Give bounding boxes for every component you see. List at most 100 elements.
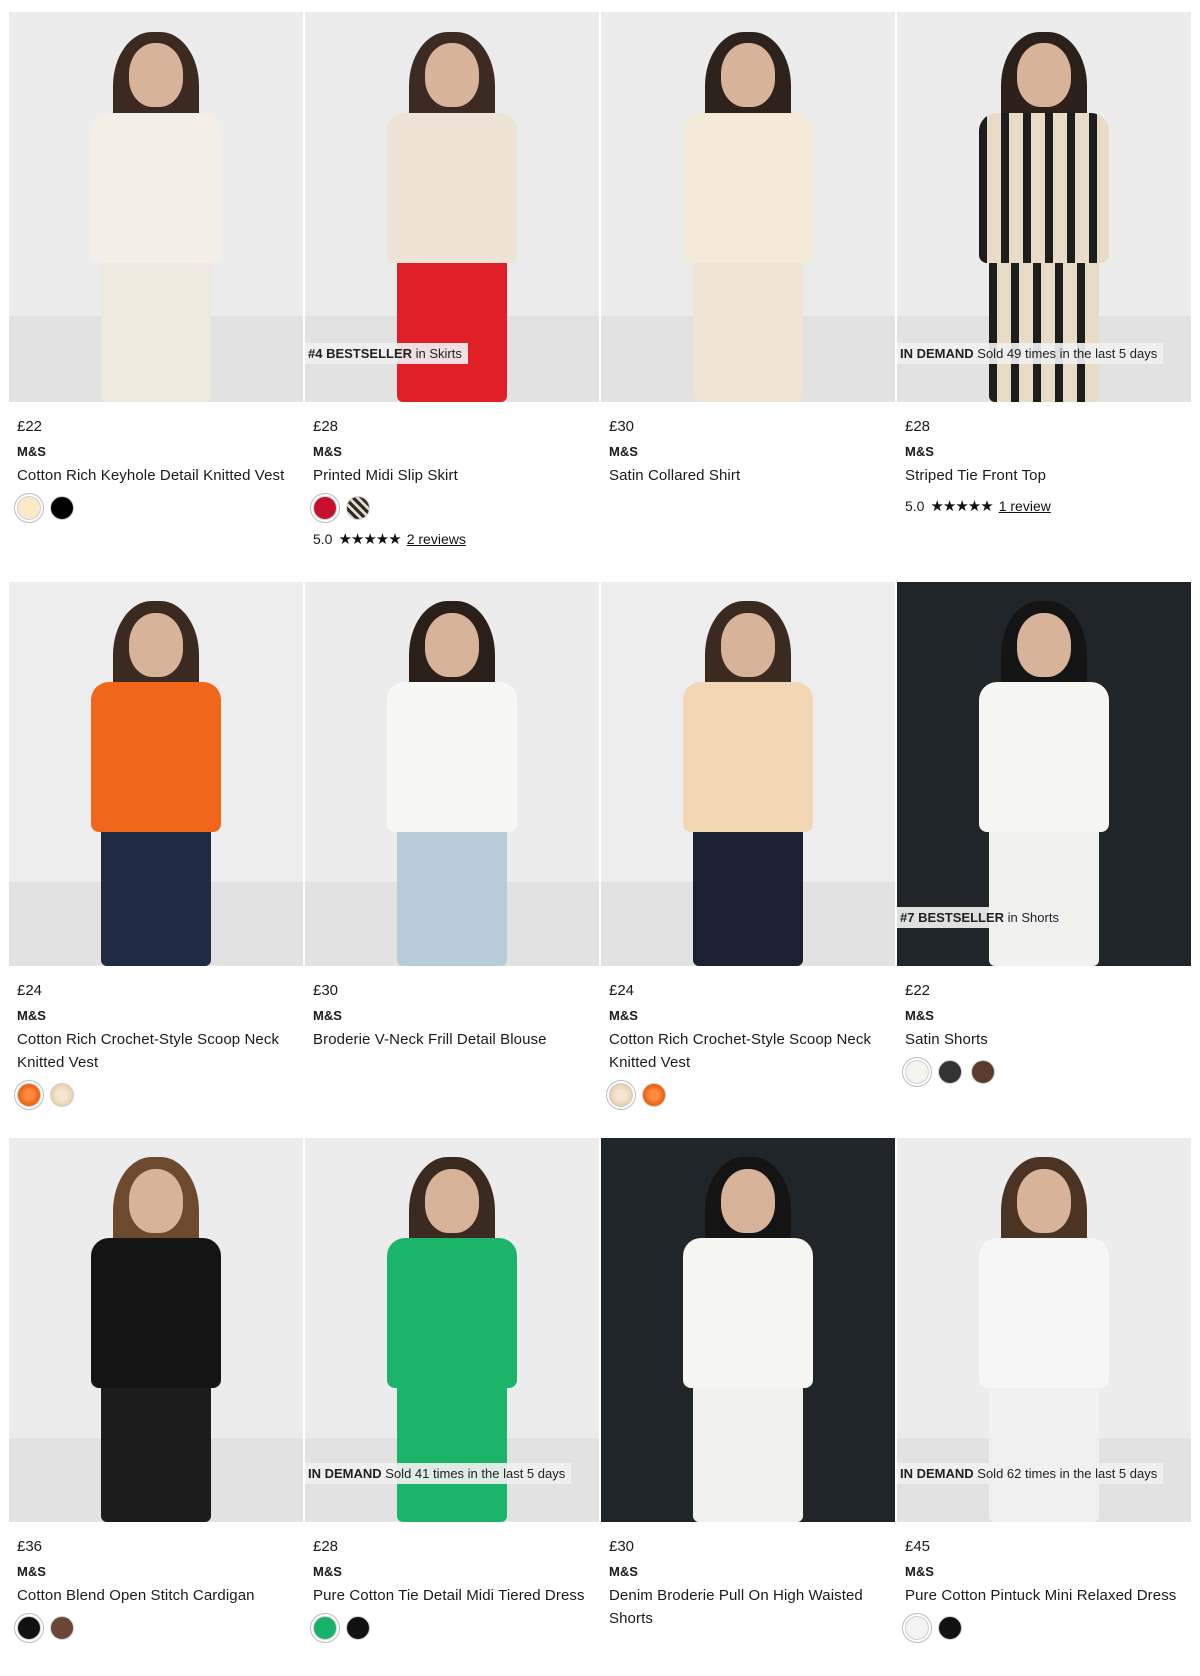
product-card[interactable]: £22 M&S Cotton Rich Keyhole Detail Knitted… (9, 12, 303, 582)
badge-label: IN DEMAND (900, 346, 974, 361)
product-name[interactable]: Broderie V-Neck Frill Detail Blouse (313, 1028, 591, 1051)
product-badge: IN DEMAND Sold 49 times in the last 5 da… (897, 343, 1164, 364)
product-name[interactable]: Pure Cotton Tie Detail Midi Tiered Dress (313, 1584, 591, 1607)
product-card[interactable]: #7 BESTSELLER in Shorts £22 M&S Satin Short… (897, 582, 1191, 1138)
model-head (129, 612, 183, 677)
product-info: £45 M&S Pure Cotton Pintuck Mini Relaxed D… (897, 1522, 1191, 1640)
garment-bottom (693, 246, 803, 402)
garment-top (387, 1237, 517, 1388)
reviews-link[interactable]: 1 review (999, 498, 1051, 514)
product-name[interactable]: Satin Shorts (905, 1028, 1183, 1051)
garment-bottom (101, 1368, 211, 1522)
color-swatch[interactable] (346, 1616, 370, 1640)
product-name[interactable]: Satin Collared Shirt (609, 464, 887, 487)
color-swatch[interactable] (50, 1083, 74, 1107)
product-price: £22 (17, 418, 43, 435)
color-swatches (609, 1083, 887, 1107)
product-image[interactable]: IN DEMAND Sold 62 times in the last 5 da… (897, 1138, 1191, 1522)
product-price: £24 (17, 982, 43, 999)
product-price: £28 (313, 1538, 339, 1555)
reviews-link[interactable]: 2 reviews (407, 531, 466, 547)
product-name[interactable]: Cotton Blend Open Stitch Cardigan (17, 1584, 295, 1607)
color-swatch[interactable] (938, 1060, 962, 1084)
garment-top (91, 681, 221, 832)
color-swatch[interactable] (313, 496, 337, 520)
product-image[interactable] (601, 12, 895, 402)
product-info: £24 M&S Cotton Rich Crochet-Style Scoop Ne… (601, 966, 895, 1107)
product-name[interactable]: Denim Broderie Pull On High Waisted Shor… (609, 1584, 887, 1630)
model-head (1017, 43, 1071, 108)
color-swatch[interactable] (971, 1060, 995, 1084)
garment-bottom (101, 812, 211, 966)
color-swatch[interactable] (938, 1616, 962, 1640)
badge-label: IN DEMAND (308, 1466, 382, 1481)
color-swatches (905, 1060, 1183, 1084)
product-image[interactable] (601, 1138, 895, 1522)
garment-bottom (397, 812, 507, 966)
color-swatch[interactable] (50, 1616, 74, 1640)
product-info: £22 M&S Cotton Rich Keyhole Detail Knitted… (9, 402, 303, 520)
product-grid: £22 M&S Cotton Rich Keyhole Detail Knitted… (9, 12, 1191, 1640)
product-info: £30 M&S Denim Broderie Pull On High Waiste… (601, 1522, 895, 1630)
product-card[interactable]: IN DEMAND Sold 49 times in the last 5 da… (897, 12, 1191, 582)
product-card[interactable]: IN DEMAND Sold 62 times in the last 5 da… (897, 1138, 1191, 1640)
product-card[interactable]: £30 M&S Broderie V-Neck Frill Detail Blous… (305, 582, 599, 1138)
garment-top (979, 113, 1109, 264)
color-swatch[interactable] (17, 496, 41, 520)
rating-score: 5.0 (313, 531, 333, 547)
badge-detail: in Shorts (1004, 910, 1059, 925)
product-info: £24 M&S Cotton Rich Crochet-Style Scoop Ne… (9, 966, 303, 1107)
product-price: £30 (609, 1538, 635, 1555)
product-name[interactable]: Cotton Rich Crochet-Style Scoop Neck Kni… (609, 1028, 887, 1074)
product-price: £30 (313, 982, 339, 999)
product-image[interactable] (9, 582, 303, 966)
product-card[interactable]: £30 M&S Satin Collared Shirt (601, 12, 895, 582)
color-swatches (905, 1616, 1183, 1640)
color-swatch[interactable] (313, 1616, 337, 1640)
product-name[interactable]: Pure Cotton Pintuck Mini Relaxed Dress (905, 1584, 1183, 1607)
product-image[interactable] (9, 12, 303, 402)
product-image[interactable]: #7 BESTSELLER in Shorts (897, 582, 1191, 966)
product-price: £28 (313, 418, 339, 435)
product-badge: IN DEMAND Sold 41 times in the last 5 da… (305, 1463, 572, 1484)
model-head (425, 1168, 479, 1233)
color-swatch[interactable] (642, 1083, 666, 1107)
rating-stars-icon: ★★★★★ (930, 498, 993, 515)
color-swatch[interactable] (905, 1616, 929, 1640)
product-name[interactable]: Cotton Rich Keyhole Detail Knitted Vest (17, 464, 295, 487)
product-badge: IN DEMAND Sold 62 times in the last 5 da… (897, 1463, 1164, 1484)
color-swatch[interactable] (17, 1616, 41, 1640)
product-card[interactable]: £24 M&S Cotton Rich Crochet-Style Scoop Ne… (9, 582, 303, 1138)
color-swatch[interactable] (346, 496, 370, 520)
product-card[interactable]: £30 M&S Denim Broderie Pull On High Waiste… (601, 1138, 895, 1627)
product-image[interactable] (601, 582, 895, 966)
product-image[interactable]: IN DEMAND Sold 49 times in the last 5 da… (897, 12, 1191, 402)
color-swatch[interactable] (905, 1060, 929, 1084)
product-info: £36 M&S Cotton Blend Open Stitch Cardigan (9, 1522, 303, 1640)
product-info: £28 M&S Striped Tie Front Top 5.0 ★★★★★ 1 rev… (897, 402, 1191, 515)
product-image[interactable]: IN DEMAND Sold 41 times in the last 5 da… (305, 1138, 599, 1522)
product-name[interactable]: Printed Midi Slip Skirt (313, 464, 591, 487)
garment-top (91, 113, 221, 264)
color-swatches (313, 1616, 591, 1640)
product-info: £28 M&S Printed Midi Slip Skirt 5.0 ★★★★★ 2 r… (305, 402, 599, 548)
product-image[interactable]: #4 BESTSELLER in Skirts (305, 12, 599, 402)
color-swatch[interactable] (17, 1083, 41, 1107)
product-image[interactable] (305, 582, 599, 966)
color-swatch[interactable] (609, 1083, 633, 1107)
color-swatch[interactable] (50, 496, 74, 520)
product-card[interactable]: £36 M&S Cotton Blend Open Stitch Cardigan (9, 1138, 303, 1640)
product-brand: M&S (609, 444, 638, 459)
product-image[interactable] (9, 1138, 303, 1522)
product-card[interactable]: #4 BESTSELLER in Skirts £28 M&S Printed Mid… (305, 12, 599, 582)
badge-detail: in Skirts (412, 346, 462, 361)
product-price: £36 (17, 1538, 43, 1555)
garment-bottom (397, 246, 507, 402)
product-card[interactable]: IN DEMAND Sold 41 times in the last 5 da… (305, 1138, 599, 1640)
product-name[interactable]: Cotton Rich Crochet-Style Scoop Neck Kni… (17, 1028, 295, 1074)
product-card[interactable]: £24 M&S Cotton Rich Crochet-Style Scoop Ne… (601, 582, 895, 1138)
product-name[interactable]: Striped Tie Front Top (905, 464, 1183, 487)
product-badge: #7 BESTSELLER in Shorts (897, 907, 1065, 928)
model-head (425, 43, 479, 108)
model-head (425, 612, 479, 677)
